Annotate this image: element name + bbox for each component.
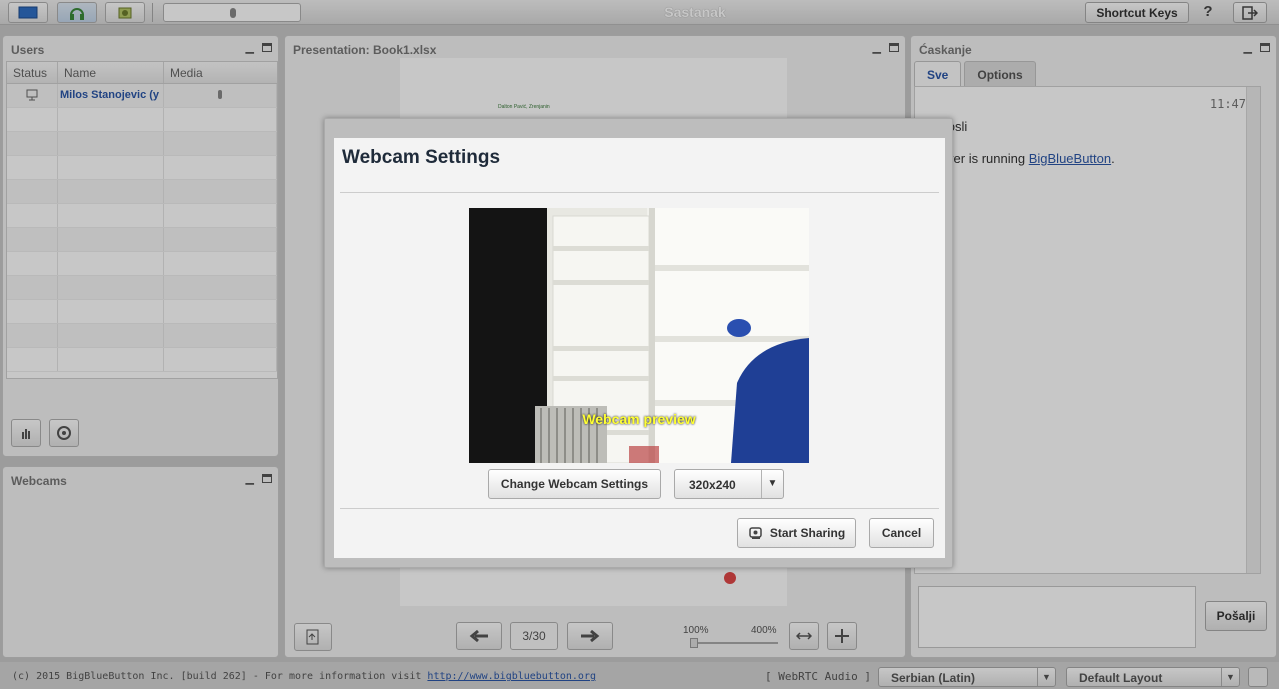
chevron-down-icon: ▼ [761,470,783,498]
webcam-preview: Webcam preview [469,208,809,463]
divider [340,192,939,193]
resolution-select[interactable]: 320x240 ▼ [674,469,784,499]
webcam-icon [749,527,762,539]
change-webcam-settings-button[interactable]: Change Webcam Settings [488,469,661,499]
start-sharing-label: Start Sharing [769,526,846,540]
dialog-title: Webcam Settings [342,147,501,168]
divider [340,508,939,509]
dialog-body: Webcam Settings Webcam preview Change We… [334,138,945,558]
cancel-button[interactable]: Cancel [869,518,934,548]
webcam-preview-label: Webcam preview [582,411,696,427]
resolution-value: 320x240 [689,478,736,492]
webcam-settings-dialog: Webcam Settings Webcam preview Change We… [324,118,953,568]
start-sharing-button[interactable]: Start Sharing [737,518,856,548]
